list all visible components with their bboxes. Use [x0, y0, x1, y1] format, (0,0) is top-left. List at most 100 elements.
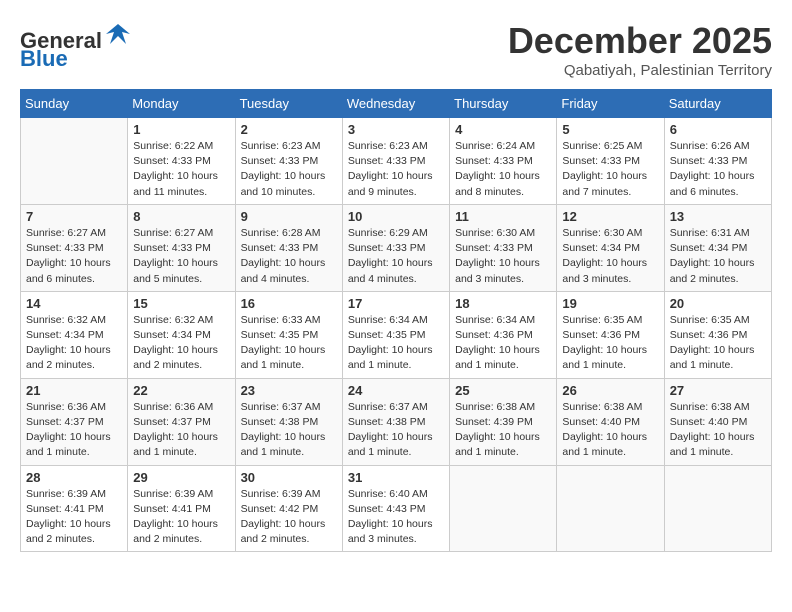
calendar-cell: 2 Sunrise: 6:23 AM Sunset: 4:33 PM Daylig… — [235, 118, 342, 205]
day-number: 1 — [133, 122, 229, 137]
day-number: 6 — [670, 122, 766, 137]
calendar-cell: 21 Sunrise: 6:36 AM Sunset: 4:37 PM Dayli… — [21, 378, 128, 465]
calendar-week-row: 7 Sunrise: 6:27 AM Sunset: 4:33 PM Daylig… — [21, 204, 772, 291]
day-number: 19 — [562, 296, 658, 311]
day-info: Sunrise: 6:37 AM Sunset: 4:38 PM Dayligh… — [241, 400, 337, 461]
calendar-table: SundayMondayTuesdayWednesdayThursdayFrid… — [20, 89, 772, 552]
day-info: Sunrise: 6:35 AM Sunset: 4:36 PM Dayligh… — [562, 313, 658, 374]
day-info: Sunrise: 6:27 AM Sunset: 4:33 PM Dayligh… — [133, 226, 229, 287]
day-info: Sunrise: 6:36 AM Sunset: 4:37 PM Dayligh… — [133, 400, 229, 461]
day-header-sunday: Sunday — [21, 90, 128, 118]
calendar-cell: 1 Sunrise: 6:22 AM Sunset: 4:33 PM Daylig… — [128, 118, 235, 205]
calendar-cell: 22 Sunrise: 6:36 AM Sunset: 4:37 PM Dayli… — [128, 378, 235, 465]
day-info: Sunrise: 6:37 AM Sunset: 4:38 PM Dayligh… — [348, 400, 444, 461]
calendar-week-row: 28 Sunrise: 6:39 AM Sunset: 4:41 PM Dayli… — [21, 465, 772, 552]
day-header-friday: Friday — [557, 90, 664, 118]
day-number: 21 — [26, 383, 122, 398]
day-header-wednesday: Wednesday — [342, 90, 449, 118]
day-info: Sunrise: 6:39 AM Sunset: 4:41 PM Dayligh… — [26, 487, 122, 548]
day-number: 10 — [348, 209, 444, 224]
day-info: Sunrise: 6:38 AM Sunset: 4:39 PM Dayligh… — [455, 400, 551, 461]
calendar-cell: 31 Sunrise: 6:40 AM Sunset: 4:43 PM Dayli… — [342, 465, 449, 552]
day-header-thursday: Thursday — [450, 90, 557, 118]
day-number: 25 — [455, 383, 551, 398]
calendar-cell: 11 Sunrise: 6:30 AM Sunset: 4:33 PM Dayli… — [450, 204, 557, 291]
calendar-cell: 7 Sunrise: 6:27 AM Sunset: 4:33 PM Daylig… — [21, 204, 128, 291]
page-header: General Blue December 2025 Qabatiyah, Pa… — [20, 20, 772, 79]
day-number: 29 — [133, 470, 229, 485]
calendar-cell: 27Sunrise: 6:38 AM Sunset: 4:40 PM Dayli… — [664, 378, 771, 465]
logo-blue: Blue — [20, 46, 68, 71]
calendar-cell: 20Sunrise: 6:35 AM Sunset: 4:36 PM Dayli… — [664, 291, 771, 378]
location-subtitle: Qabatiyah, Palestinian Territory — [508, 62, 772, 79]
day-number: 23 — [241, 383, 337, 398]
month-title: December 2025 — [508, 20, 772, 62]
day-info: Sunrise: 6:23 AM Sunset: 4:33 PM Dayligh… — [348, 139, 444, 200]
day-info: Sunrise: 6:39 AM Sunset: 4:41 PM Dayligh… — [133, 487, 229, 548]
day-info: Sunrise: 6:29 AM Sunset: 4:33 PM Dayligh… — [348, 226, 444, 287]
day-info: Sunrise: 6:22 AM Sunset: 4:33 PM Dayligh… — [133, 139, 229, 200]
day-number: 5 — [562, 122, 658, 137]
calendar-cell: 23 Sunrise: 6:37 AM Sunset: 4:38 PM Dayli… — [235, 378, 342, 465]
day-header-tuesday: Tuesday — [235, 90, 342, 118]
day-info: Sunrise: 6:34 AM Sunset: 4:36 PM Dayligh… — [455, 313, 551, 374]
day-info: Sunrise: 6:33 AM Sunset: 4:35 PM Dayligh… — [241, 313, 337, 374]
day-info: Sunrise: 6:32 AM Sunset: 4:34 PM Dayligh… — [133, 313, 229, 374]
calendar-cell: 3 Sunrise: 6:23 AM Sunset: 4:33 PM Daylig… — [342, 118, 449, 205]
logo-bird-icon — [104, 20, 132, 48]
day-info: Sunrise: 6:25 AM Sunset: 4:33 PM Dayligh… — [562, 139, 658, 200]
day-number: 30 — [241, 470, 337, 485]
day-number: 8 — [133, 209, 229, 224]
day-info: Sunrise: 6:35 AM Sunset: 4:36 PM Dayligh… — [670, 313, 766, 374]
day-header-saturday: Saturday — [664, 90, 771, 118]
calendar-cell: 6 Sunrise: 6:26 AM Sunset: 4:33 PM Daylig… — [664, 118, 771, 205]
day-info: Sunrise: 6:38 AM Sunset: 4:40 PM Dayligh… — [670, 400, 766, 461]
calendar-week-row: 14 Sunrise: 6:32 AM Sunset: 4:34 PM Dayli… — [21, 291, 772, 378]
day-info: Sunrise: 6:39 AM Sunset: 4:42 PM Dayligh… — [241, 487, 337, 548]
day-info: Sunrise: 6:23 AM Sunset: 4:33 PM Dayligh… — [241, 139, 337, 200]
day-number: 28 — [26, 470, 122, 485]
day-info: Sunrise: 6:27 AM Sunset: 4:33 PM Dayligh… — [26, 226, 122, 287]
day-number: 14 — [26, 296, 122, 311]
day-info: Sunrise: 6:31 AM Sunset: 4:34 PM Dayligh… — [670, 226, 766, 287]
calendar-cell: 13 Sunrise: 6:31 AM Sunset: 4:34 PM Dayli… — [664, 204, 771, 291]
calendar-cell: 17 Sunrise: 6:34 AM Sunset: 4:35 PM Dayli… — [342, 291, 449, 378]
calendar-header-row: SundayMondayTuesdayWednesdayThursdayFrid… — [21, 90, 772, 118]
calendar-cell: 29 Sunrise: 6:39 AM Sunset: 4:41 PM Dayli… — [128, 465, 235, 552]
calendar-cell — [664, 465, 771, 552]
day-number: 4 — [455, 122, 551, 137]
calendar-cell: 26Sunrise: 6:38 AM Sunset: 4:40 PM Dayli… — [557, 378, 664, 465]
day-number: 13 — [670, 209, 766, 224]
calendar-cell: 19 Sunrise: 6:35 AM Sunset: 4:36 PM Dayli… — [557, 291, 664, 378]
day-number: 24 — [348, 383, 444, 398]
day-info: Sunrise: 6:36 AM Sunset: 4:37 PM Dayligh… — [26, 400, 122, 461]
calendar-cell: 9Sunrise: 6:28 AM Sunset: 4:33 PM Daylig… — [235, 204, 342, 291]
calendar-cell: 10 Sunrise: 6:29 AM Sunset: 4:33 PM Dayli… — [342, 204, 449, 291]
day-number: 2 — [241, 122, 337, 137]
day-info: Sunrise: 6:38 AM Sunset: 4:40 PM Dayligh… — [562, 400, 658, 461]
day-number: 31 — [348, 470, 444, 485]
calendar-cell: 14Sunrise: 6:32 AM Sunset: 4:34 PM Dayli… — [21, 291, 128, 378]
calendar-cell: 18 Sunrise: 6:34 AM Sunset: 4:36 PM Dayli… — [450, 291, 557, 378]
calendar-cell: 12Sunrise: 6:30 AM Sunset: 4:34 PM Dayli… — [557, 204, 664, 291]
day-number: 17 — [348, 296, 444, 311]
day-number: 16 — [241, 296, 337, 311]
day-number: 3 — [348, 122, 444, 137]
calendar-cell — [557, 465, 664, 552]
day-number: 11 — [455, 209, 551, 224]
day-number: 7 — [26, 209, 122, 224]
calendar-cell: 4Sunrise: 6:24 AM Sunset: 4:33 PM Daylig… — [450, 118, 557, 205]
calendar-cell — [450, 465, 557, 552]
calendar-week-row: 1 Sunrise: 6:22 AM Sunset: 4:33 PM Daylig… — [21, 118, 772, 205]
day-info: Sunrise: 6:28 AM Sunset: 4:33 PM Dayligh… — [241, 226, 337, 287]
day-info: Sunrise: 6:26 AM Sunset: 4:33 PM Dayligh… — [670, 139, 766, 200]
day-info: Sunrise: 6:40 AM Sunset: 4:43 PM Dayligh… — [348, 487, 444, 548]
day-info: Sunrise: 6:34 AM Sunset: 4:35 PM Dayligh… — [348, 313, 444, 374]
calendar-cell: 5 Sunrise: 6:25 AM Sunset: 4:33 PM Daylig… — [557, 118, 664, 205]
day-info: Sunrise: 6:30 AM Sunset: 4:33 PM Dayligh… — [455, 226, 551, 287]
day-header-monday: Monday — [128, 90, 235, 118]
calendar-cell: 15Sunrise: 6:32 AM Sunset: 4:34 PM Dayli… — [128, 291, 235, 378]
day-number: 22 — [133, 383, 229, 398]
day-number: 18 — [455, 296, 551, 311]
calendar-cell: 16 Sunrise: 6:33 AM Sunset: 4:35 PM Dayli… — [235, 291, 342, 378]
